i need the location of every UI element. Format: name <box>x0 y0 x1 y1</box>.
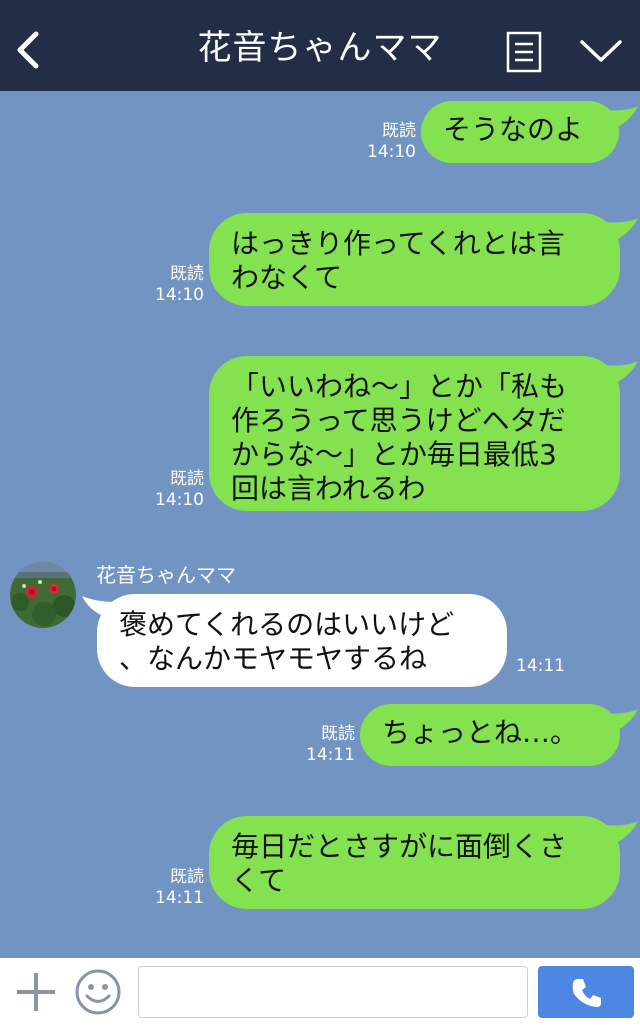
sent-message-bubble[interactable]: はっきり作ってくれとは言 わなくて <box>209 213 620 306</box>
smile-icon[interactable] <box>74 968 122 1016</box>
message-time: 14:10 <box>367 142 416 162</box>
sent-message-bubble[interactable]: 「いいわね〜」とか「私も 作ろうって思うけどヘタだ からな〜」とか毎日最低3 回… <box>209 356 620 511</box>
message-line: ちょっとね…。 <box>382 716 579 749</box>
plus-icon[interactable] <box>14 970 58 1014</box>
rose-photo-icon <box>10 562 76 628</box>
bubble-tail <box>606 218 638 242</box>
received-message-bubble[interactable]: 褒めてくれるのはいいけど 、なんかモヤモヤするね <box>97 594 507 687</box>
message-input[interactable] <box>138 966 528 1018</box>
chat-header: 花音ちゃんママ <box>0 0 640 91</box>
read-label: 既読 <box>382 121 416 141</box>
chevron-down-icon[interactable] <box>578 36 624 66</box>
read-receipt: 既読 14:10 <box>362 121 416 163</box>
read-label: 既読 <box>170 867 204 887</box>
avatar[interactable] <box>10 562 76 628</box>
message-line: そうなのよ <box>443 113 584 146</box>
message-time: 14:10 <box>155 285 204 305</box>
message-line: 、なんかモヤモヤするね <box>119 642 428 675</box>
message-line: 「いいわね〜」とか「私も <box>231 370 568 403</box>
message-time: 14:10 <box>155 490 204 510</box>
phone-icon <box>572 979 601 1007</box>
read-receipt: 既読 14:10 <box>150 469 204 511</box>
message-time: 14:11 <box>155 888 204 908</box>
message-line: わなくて <box>231 261 343 294</box>
sent-message-bubble[interactable]: そうなのよ <box>421 101 619 163</box>
menu-list-icon[interactable] <box>506 31 542 73</box>
chevron-left-icon[interactable] <box>14 30 44 70</box>
message-line: くて <box>231 864 287 897</box>
read-receipt: 既読 14:11 <box>150 867 204 909</box>
message-line: 毎日だとさすがに面倒くさ <box>231 830 568 863</box>
read-label: 既読 <box>170 469 204 489</box>
sent-message-bubble[interactable]: ちょっとね…。 <box>360 704 620 766</box>
bubble-tail <box>606 361 638 385</box>
message-line: からな〜」とか毎日最低3 <box>231 438 557 471</box>
sender-name: 花音ちゃんママ <box>96 563 236 587</box>
message-line: はっきり作ってくれとは言 <box>231 227 565 260</box>
sent-message-bubble[interactable]: 毎日だとさすがに面倒くさ くて <box>209 816 620 909</box>
message-line: 回は言われるわ <box>231 472 426 505</box>
bubble-tail <box>606 821 638 845</box>
bubble-tail <box>606 106 638 130</box>
read-receipt: 既読 14:10 <box>150 264 204 306</box>
message-line: 作ろうって思うけどヘタだ <box>231 404 566 437</box>
read-label: 既読 <box>170 264 204 284</box>
call-button[interactable] <box>538 966 634 1018</box>
message-time: 14:11 <box>516 656 565 676</box>
read-receipt: 既読 14:11 <box>301 724 355 766</box>
read-label: 既読 <box>321 724 355 744</box>
message-time: 14:11 <box>306 745 355 765</box>
chat-title: 花音ちゃんママ <box>197 28 443 68</box>
bubble-tail <box>606 709 638 733</box>
message-line: 褒めてくれるのはいいけど <box>119 608 455 641</box>
